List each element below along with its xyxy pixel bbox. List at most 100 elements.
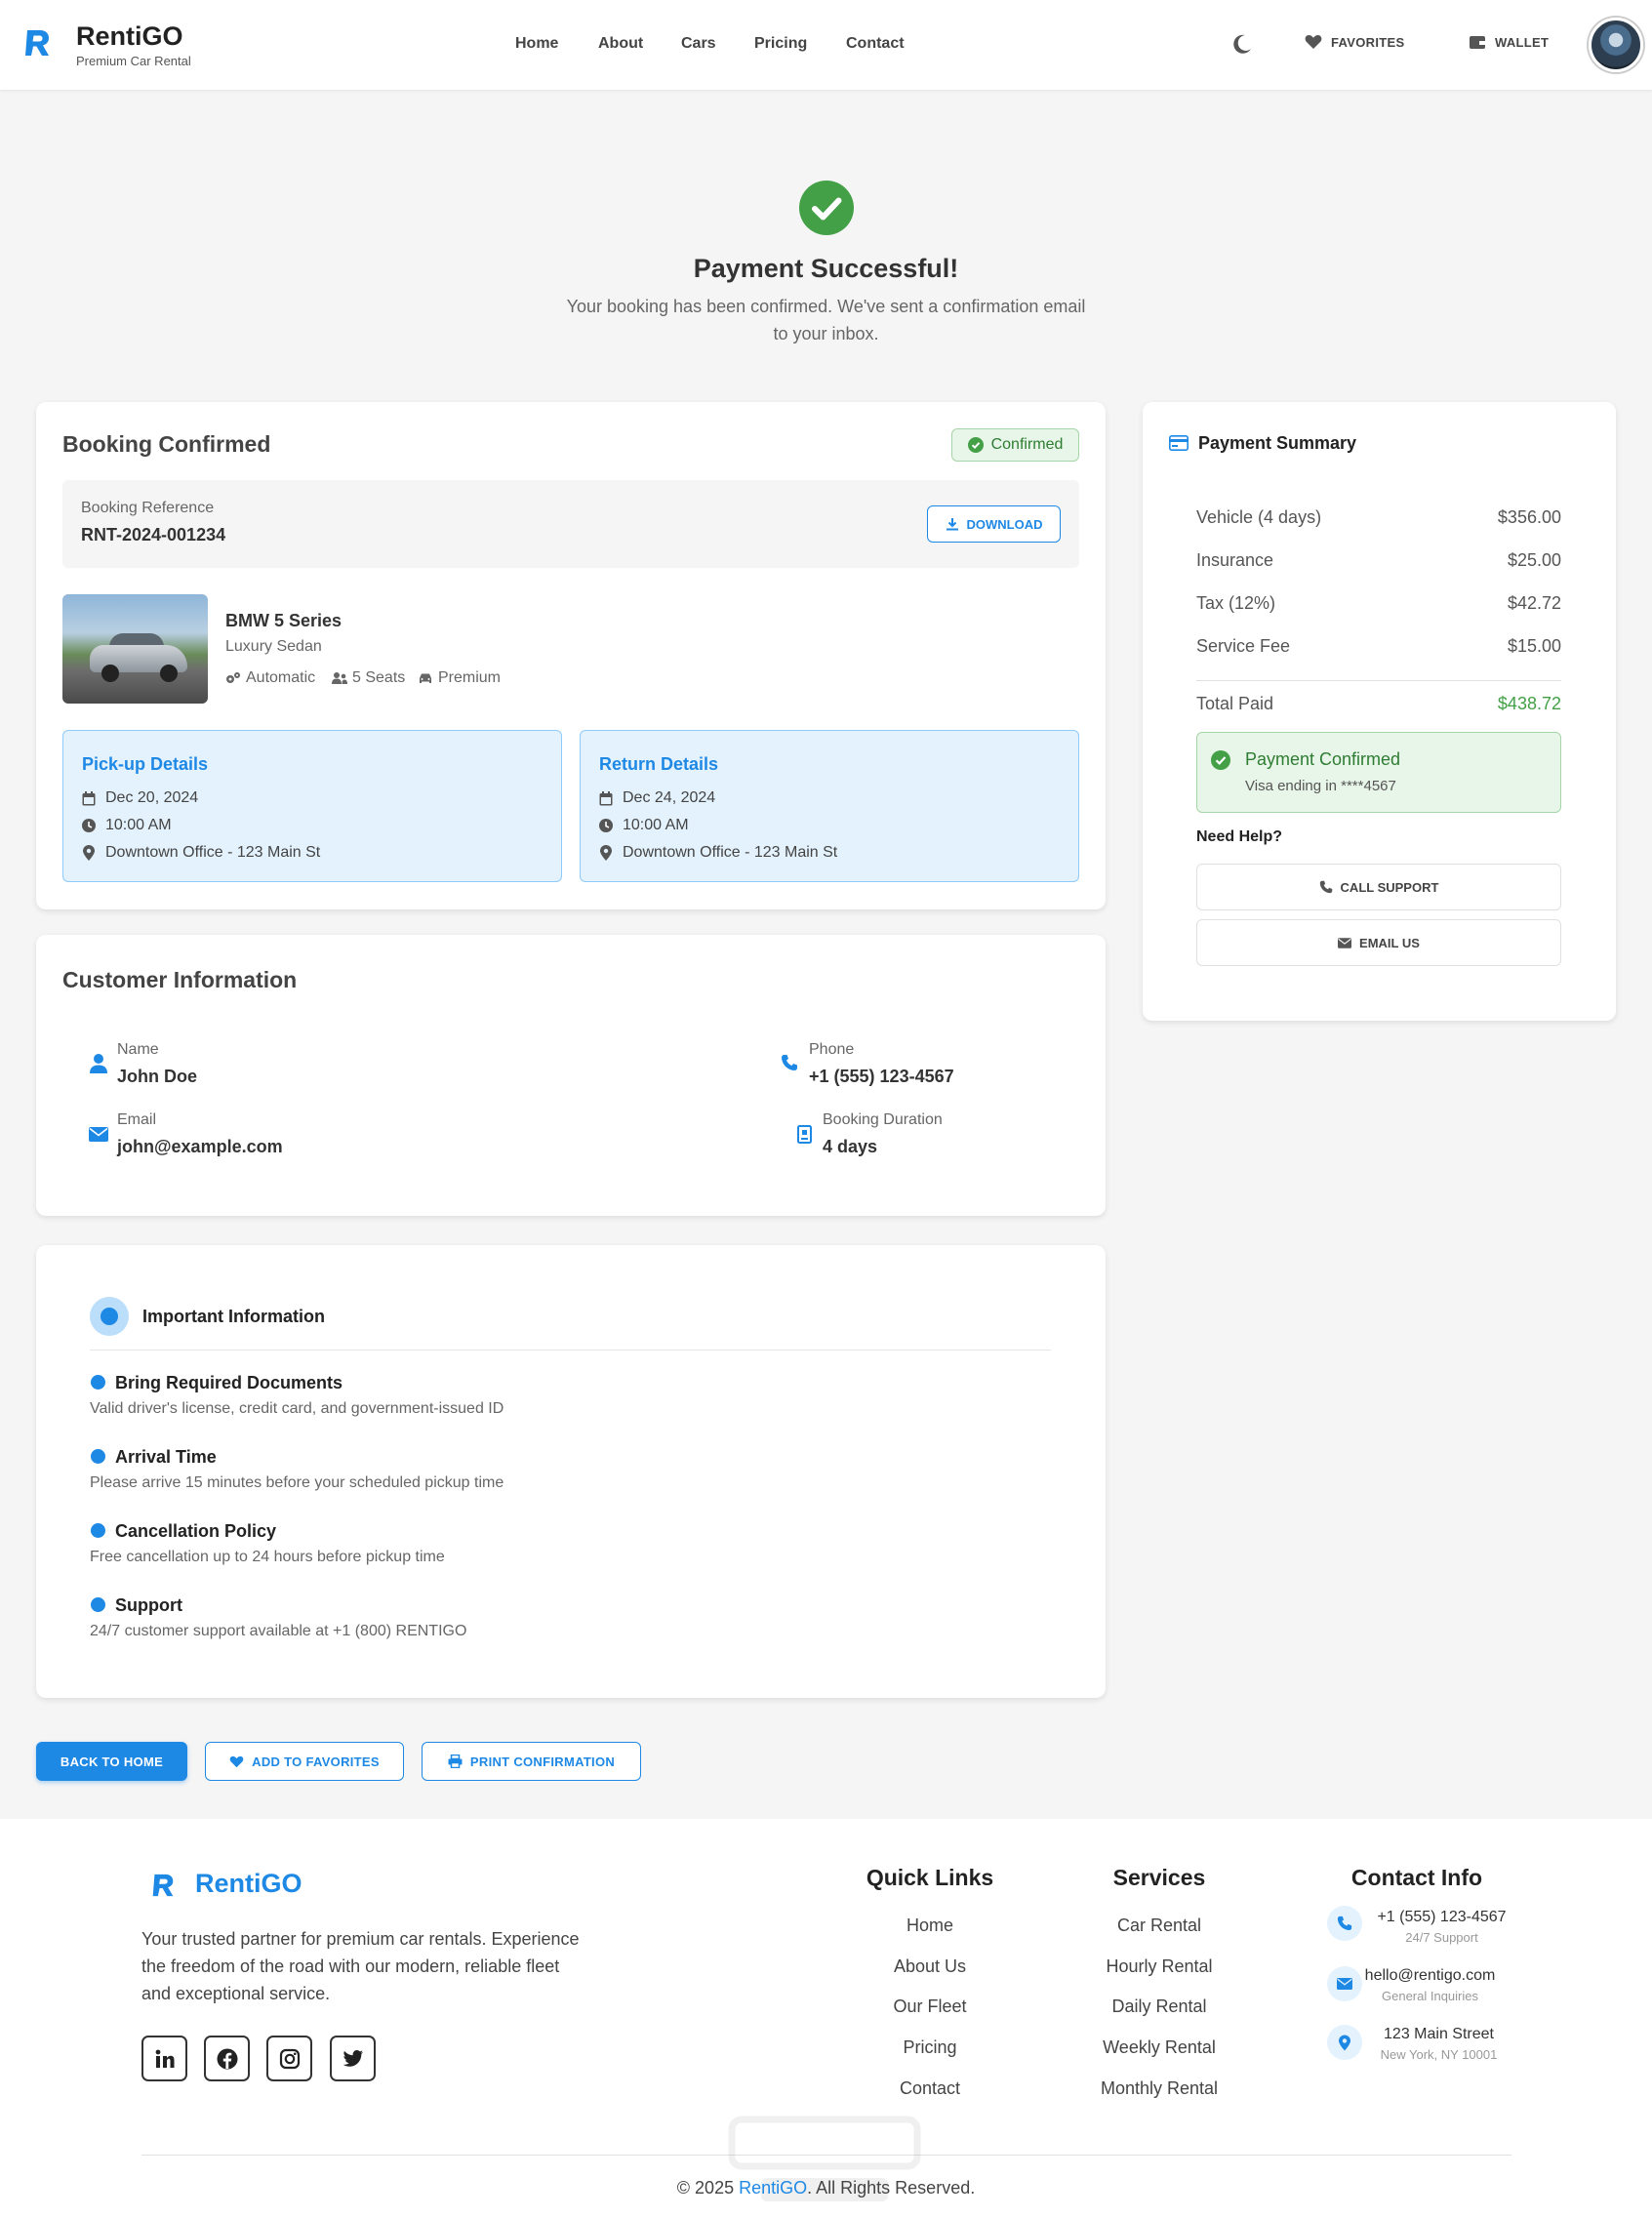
printer-icon: [448, 1754, 463, 1768]
info-item-desc: Please arrive 15 minutes before your sch…: [90, 1474, 504, 1491]
nav-contact[interactable]: Contact: [846, 35, 905, 53]
pickup-date: Dec 20, 2024: [105, 789, 199, 806]
dark-mode-moon-icon[interactable]: [1231, 33, 1253, 55]
brand-name[interactable]: RentiGO: [76, 21, 183, 52]
back-to-home-label: BACK TO HOME: [60, 1754, 164, 1769]
divider: [90, 1350, 1051, 1351]
info-icon: [90, 1297, 129, 1336]
customer-name: John Doe: [117, 1067, 198, 1086]
phone-icon: [782, 1055, 797, 1070]
user-icon: [90, 1054, 107, 1073]
need-help-label: Need Help?: [1196, 828, 1283, 845]
footer-address: 123 Main Street: [1384, 2026, 1494, 2042]
nav-home[interactable]: Home: [515, 35, 558, 53]
linkedin-icon[interactable]: [141, 2036, 187, 2081]
map-pin-icon: [1327, 2025, 1362, 2060]
car-feature-seats: 5 Seats: [332, 669, 405, 687]
twitter-icon[interactable]: [330, 2036, 376, 2081]
car-icon: [420, 673, 431, 683]
map-pin-icon: [83, 845, 95, 861]
copyright-rights: . All Rights Reserved.: [807, 2178, 976, 2198]
back-to-home-button[interactable]: BACK TO HOME: [36, 1742, 187, 1781]
download-label: DOWNLOAD: [966, 516, 1043, 532]
booking-duration: 4 days: [823, 1137, 878, 1156]
call-support-button[interactable]: CALL SUPPORT: [1196, 864, 1561, 910]
footer-link-daily[interactable]: Daily Rental: [1071, 1996, 1247, 2017]
payment-summary-title: Payment Summary: [1198, 433, 1357, 453]
calendar-icon: [82, 790, 96, 805]
users-icon: [332, 672, 347, 684]
email-us-button[interactable]: EMAIL US: [1196, 919, 1561, 966]
footer-link-fleet[interactable]: Our Fleet: [847, 1996, 1013, 2017]
return-details-box: Return Details Dec 24, 2024 10:00 AM Dow…: [580, 730, 1079, 882]
add-to-favorites-label: ADD TO FAVORITES: [252, 1754, 380, 1769]
copyright-brand[interactable]: RentiGO: [739, 2178, 807, 2198]
user-avatar[interactable]: [1589, 18, 1643, 72]
booking-reference-box: Booking Reference RNT-2024-001234 DOWNLO…: [62, 480, 1079, 568]
return-location-row: Downtown Office - 123 Main St: [599, 844, 837, 862]
pickup-location-row: Downtown Office - 123 Main St: [82, 844, 320, 862]
top-header: RentiGO Premium Car Rental Home About Ca…: [0, 0, 1652, 90]
customer-phone-label: Phone: [809, 1041, 855, 1058]
footer-link-home[interactable]: Home: [847, 1916, 1013, 1936]
facebook-icon[interactable]: [204, 2036, 250, 2081]
phone-icon: [1327, 1906, 1362, 1941]
footer-phone[interactable]: +1 (555) 123-4567: [1366, 1909, 1517, 1926]
rentigo-logo-icon[interactable]: [151, 1872, 175, 1899]
customer-email-label: Email: [117, 1111, 157, 1128]
return-time-row: 10:00 AM: [599, 817, 689, 834]
download-button[interactable]: DOWNLOAD: [927, 505, 1061, 543]
footer-brand[interactable]: RentiGO: [195, 1869, 302, 1899]
rentigo-logo-icon[interactable]: [23, 27, 51, 59]
info-item-title: Cancellation Policy: [115, 1521, 277, 1541]
feature-label: 5 Seats: [352, 669, 406, 686]
info-item-desc: 24/7 customer support available at +1 (8…: [90, 1623, 467, 1639]
footer-link-weekly[interactable]: Weekly Rental: [1071, 2037, 1247, 2058]
info-bullet-icon: [91, 1523, 105, 1538]
nav-cars[interactable]: Cars: [681, 35, 716, 53]
check-circle-icon: [1211, 750, 1230, 770]
download-icon: [946, 518, 958, 531]
customer-name-label: Name: [117, 1041, 159, 1058]
nav-about[interactable]: About: [598, 35, 643, 53]
instagram-icon[interactable]: [266, 2036, 312, 2081]
clock-icon: [82, 819, 96, 832]
info-bullet-icon: [91, 1449, 105, 1464]
favorites-button[interactable]: FAVORITES: [1305, 34, 1404, 50]
footer-link-hourly[interactable]: Hourly Rental: [1071, 1956, 1247, 1977]
return-location: Downtown Office - 123 Main St: [623, 844, 838, 861]
footer-link-pricing[interactable]: Pricing: [847, 2037, 1013, 2058]
nav-pricing[interactable]: Pricing: [754, 35, 807, 53]
summary-line-label: Insurance: [1196, 550, 1274, 570]
footer-email[interactable]: hello@rentigo.com: [1354, 1967, 1506, 1985]
total-paid-label: Total Paid: [1196, 694, 1274, 713]
print-confirmation-button[interactable]: PRINT CONFIRMATION: [422, 1742, 641, 1781]
footer-link-car-rental[interactable]: Car Rental: [1071, 1916, 1247, 1936]
status-badge: Confirmed: [951, 428, 1079, 462]
summary-line-value: $15.00: [1507, 636, 1561, 656]
info-bullet-icon: [91, 1375, 105, 1390]
info-bullet-icon: [91, 1597, 105, 1612]
footer-phone-note: 24/7 Support: [1405, 1930, 1478, 1945]
email-us-label: EMAIL US: [1359, 935, 1420, 950]
feature-label: Automatic: [246, 669, 316, 686]
summary-line-value: $25.00: [1507, 550, 1561, 570]
wallet-button[interactable]: WALLET: [1469, 34, 1549, 50]
brand-tagline: Premium Car Rental: [76, 54, 191, 68]
footer-link-monthly[interactable]: Monthly Rental: [1071, 2078, 1247, 2099]
heart-icon: [1305, 35, 1322, 49]
status-label: Confirmed: [990, 436, 1064, 453]
clock-icon: [599, 819, 613, 832]
pickup-date-row: Dec 20, 2024: [82, 789, 198, 807]
car-image: [62, 594, 208, 704]
footer-link-about[interactable]: About Us: [847, 1956, 1013, 1977]
customer-title: Customer Information: [62, 967, 298, 992]
summary-line-value: $42.72: [1507, 593, 1561, 613]
payment-confirmed-box: Payment Confirmed Visa ending in ****456…: [1196, 732, 1561, 813]
return-date: Dec 24, 2024: [623, 789, 716, 806]
summary-line-value: $356.00: [1497, 507, 1561, 527]
footer-link-contact[interactable]: Contact: [847, 2078, 1013, 2099]
pickup-time: 10:00 AM: [105, 817, 172, 833]
payment-confirmed-title: Payment Confirmed: [1245, 749, 1401, 769]
add-to-favorites-button[interactable]: ADD TO FAVORITES: [205, 1742, 404, 1781]
